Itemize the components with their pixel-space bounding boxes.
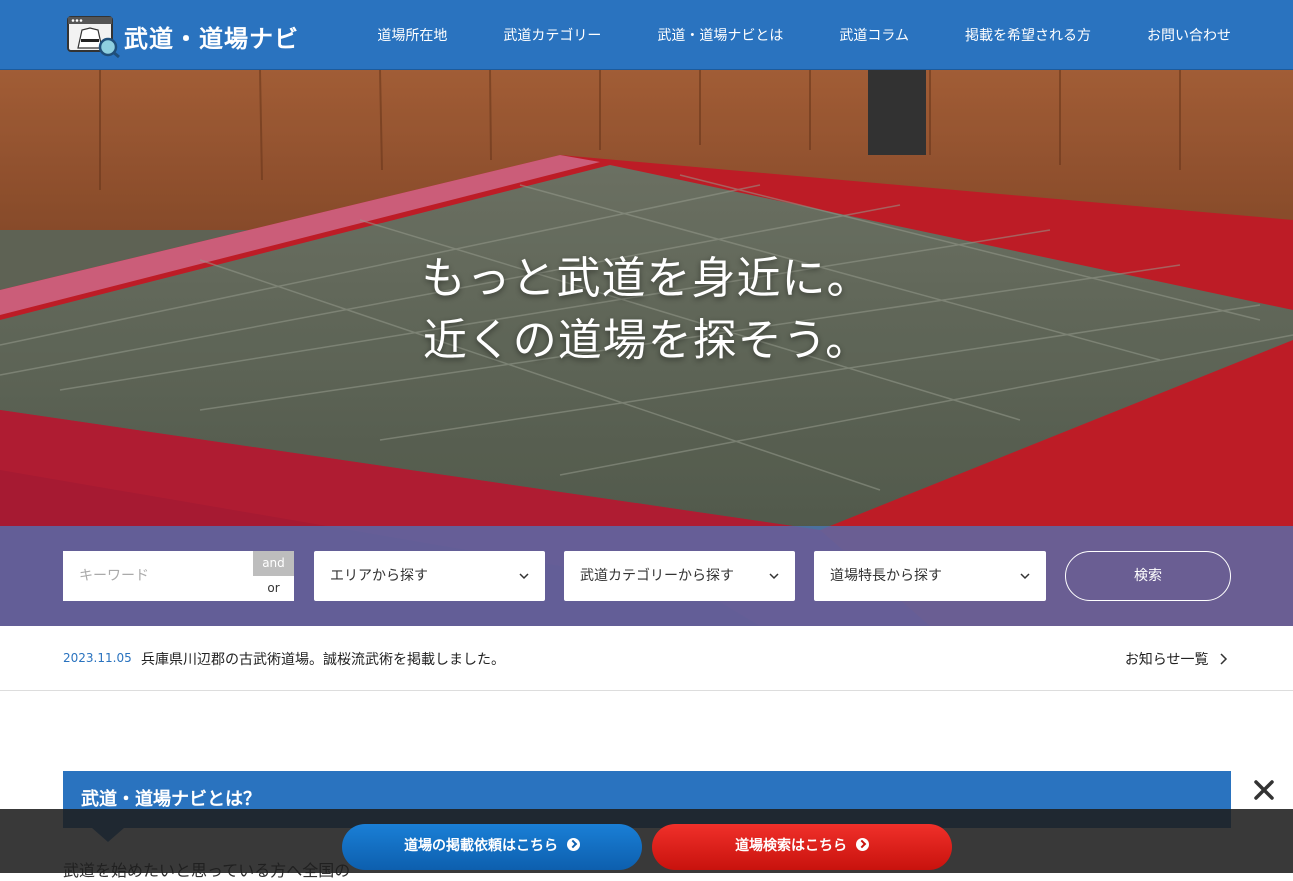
logo-text: 武道・道場ナビ <box>124 23 299 53</box>
chevron-down-icon <box>519 573 529 580</box>
search-button[interactable]: 検索 <box>1065 551 1231 601</box>
hero-tagline-line1: もっと武道を身近に。 <box>421 253 872 304</box>
site-logo[interactable]: 武道・道場ナビ <box>66 14 299 58</box>
news-date: 2023.11.05 <box>63 651 132 665</box>
bottom-cta-bar: 道場の掲載依頼はこちら 道場検索はこちら <box>0 809 1293 873</box>
or-toggle-button[interactable]: or <box>253 576 294 601</box>
chevron-right-icon <box>1220 653 1228 665</box>
category-select[interactable]: 武道カテゴリーから探す <box>564 551 795 601</box>
site-header: 武道・道場ナビ 道場所在地 武道カテゴリー 武道・道場ナビとは 武道コラム 掲載… <box>0 0 1293 70</box>
chevron-down-icon <box>1020 573 1030 580</box>
main-nav: 道場所在地 武道カテゴリー 武道・道場ナビとは 武道コラム 掲載を希望される方 … <box>321 0 1231 70</box>
and-toggle-button[interactable]: and <box>253 551 294 576</box>
nav-about[interactable]: 武道・道場ナビとは <box>657 25 783 45</box>
logo-icon <box>67 16 120 58</box>
keyword-input[interactable] <box>63 551 253 601</box>
feature-select[interactable]: 道場特長から探す <box>814 551 1046 601</box>
area-select-label: エリアから探す <box>330 568 428 584</box>
nav-listing[interactable]: 掲載を希望される方 <box>965 25 1091 45</box>
search-bar: and or エリアから探す 武道カテゴリーから探す 道場特長から探す 検索 <box>0 526 1293 626</box>
listing-request-label: 道場の掲載依頼はこちら <box>404 838 559 854</box>
chevron-down-icon <box>769 573 779 580</box>
close-icon[interactable] <box>1250 776 1278 804</box>
news-ticker: 2023.11.05 兵庫県川辺郡の古武術道場。誠桜流武術を掲載しました。 お知… <box>0 626 1293 691</box>
nav-dojo-location[interactable]: 道場所在地 <box>377 25 447 45</box>
and-or-toggle: and or <box>253 551 294 601</box>
nav-budo-category[interactable]: 武道カテゴリー <box>503 25 601 45</box>
hero-tagline-line2: 近くの道場を探そう。 <box>422 315 871 366</box>
area-select[interactable]: エリアから探す <box>314 551 545 601</box>
news-list-label: お知らせ一覧 <box>1124 652 1209 668</box>
nav-column[interactable]: 武道コラム <box>839 25 909 45</box>
nav-contact[interactable]: お問い合わせ <box>1147 25 1231 45</box>
dojo-search-label: 道場検索はこちら <box>735 838 848 854</box>
category-select-label: 武道カテゴリーから探す <box>580 568 734 584</box>
hero-tagline: もっと武道を身近に。 近くの道場を探そう。 <box>0 248 1293 372</box>
news-list-link[interactable]: お知らせ一覧 <box>1125 649 1229 669</box>
arrow-circle-right-icon <box>855 838 869 851</box>
feature-select-label: 道場特長から探す <box>830 568 942 584</box>
news-headline-link[interactable]: 兵庫県川辺郡の古武術道場。誠桜流武術を掲載しました。 <box>141 649 505 669</box>
listing-request-button[interactable]: 道場の掲載依頼はこちら <box>342 824 642 870</box>
dojo-search-button[interactable]: 道場検索はこちら <box>652 824 952 870</box>
arrow-circle-right-icon <box>566 838 580 851</box>
